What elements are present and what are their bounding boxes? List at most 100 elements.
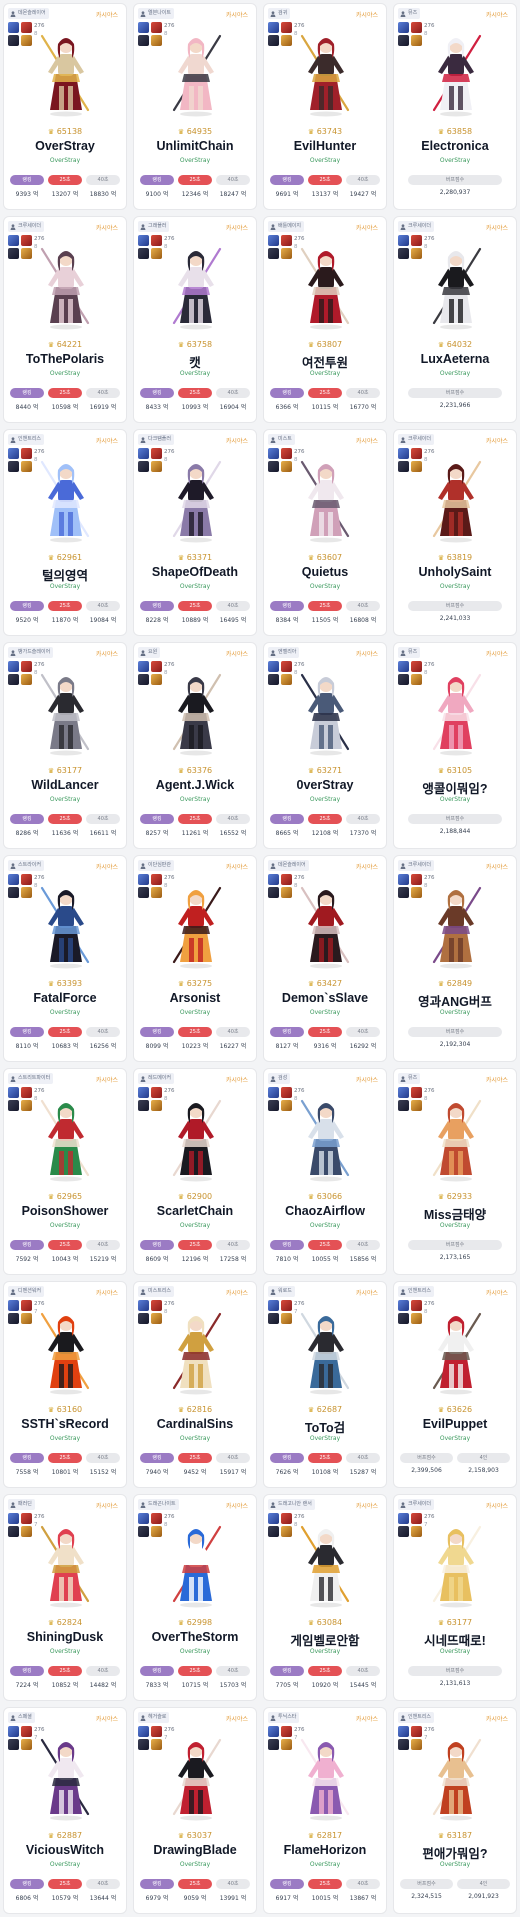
stat-tab[interactable]: 4인 — [457, 1453, 510, 1463]
stat-tab[interactable]: 25초 — [48, 1879, 82, 1889]
stat-tab[interactable]: 40초 — [216, 1666, 250, 1676]
character-name[interactable]: DrawingBlade — [134, 1843, 256, 1857]
character-card[interactable]: 엔젤리아 카시야스 276 8 ♛ 63271 0verStray OverSt… — [263, 642, 387, 849]
stat-tab[interactable]: 랭킹 — [140, 1027, 174, 1037]
character-portrait[interactable] — [156, 26, 236, 118]
guild-name[interactable]: OverStray — [264, 796, 386, 803]
stat-tab[interactable]: 4인 — [457, 1879, 510, 1889]
character-card[interactable]: 미스트리스 카시야스 276 8 ♛ 62816 CardinalSins Ov… — [133, 1281, 257, 1488]
stat-tab[interactable]: 25초 — [178, 1027, 212, 1037]
stat-tab[interactable]: 25초 — [48, 814, 82, 824]
guild-name[interactable]: OverStray — [264, 1009, 386, 1016]
stat-tab[interactable]: 랭킹 — [270, 601, 304, 611]
character-card[interactable]: 스트라이커 카시야스 276 8 ♛ 63393 FatalForce Over… — [3, 855, 127, 1062]
stat-tab[interactable]: 40초 — [346, 388, 380, 398]
character-card[interactable]: 엘븐나이트 카시야스 276 8 ♛ 64935 UnlimitChain Ov… — [133, 3, 257, 210]
guild-name[interactable]: OverStray — [4, 1435, 126, 1442]
character-card[interactable]: 패러딘 카시야스 276 7 ♛ 62824 ShiningDusk OverS… — [3, 1494, 127, 1701]
character-name[interactable]: FlameHorizon — [264, 1843, 386, 1857]
stat-tab[interactable]: 40초 — [346, 1666, 380, 1676]
character-name[interactable]: ScarletChain — [134, 1204, 256, 1218]
stat-tab[interactable]: 랭킹 — [10, 601, 44, 611]
character-portrait[interactable] — [286, 239, 366, 331]
guild-name[interactable]: OverStray — [394, 1861, 516, 1868]
character-portrait[interactable] — [26, 239, 106, 331]
stat-tab[interactable]: 버프점수 — [400, 1879, 453, 1889]
character-portrait[interactable] — [416, 452, 496, 544]
stat-tab[interactable]: 40초 — [86, 1879, 120, 1889]
character-portrait[interactable] — [286, 452, 366, 544]
stat-tab[interactable]: 랭킹 — [10, 1666, 44, 1676]
character-name[interactable]: Agent.J.Wick — [134, 778, 256, 792]
guild-name[interactable]: OverStray — [134, 1861, 256, 1868]
stat-tab[interactable]: 랭킹 — [140, 175, 174, 185]
character-portrait[interactable] — [286, 665, 366, 757]
stat-tab[interactable]: 40초 — [216, 1879, 250, 1889]
stat-tab[interactable]: 25초 — [308, 1666, 342, 1676]
character-portrait[interactable] — [156, 878, 236, 970]
guild-name[interactable]: OverStray — [394, 157, 516, 164]
character-portrait[interactable] — [26, 26, 106, 118]
character-name[interactable]: UnholySaint — [394, 565, 516, 579]
stat-tab[interactable]: 25초 — [48, 175, 82, 185]
stat-tab[interactable]: 40초 — [346, 175, 380, 185]
guild-name[interactable]: OverStray — [394, 1435, 516, 1442]
character-name[interactable]: Arsonist — [134, 991, 256, 1005]
character-card[interactable]: 투닉스타 카시야스 276 7 ♛ 62817 FlameHorizon Ove… — [263, 1707, 387, 1914]
character-name[interactable]: OverStray — [4, 139, 126, 153]
stat-tab[interactable]: 랭킹 — [270, 1879, 304, 1889]
guild-name[interactable]: OverStray — [134, 796, 256, 803]
stat-tab[interactable]: 40초 — [86, 1240, 120, 1250]
stat-tab[interactable]: 40초 — [86, 601, 120, 611]
character-card[interactable]: 뮤즈 카시야스 276 8 ♛ 63105 앵콜이뭐임? OverStray 버… — [393, 642, 517, 849]
guild-name[interactable]: OverStray — [4, 796, 126, 803]
stat-tab[interactable]: 40초 — [86, 388, 120, 398]
stat-tab[interactable]: 25초 — [178, 1240, 212, 1250]
stat-tab[interactable]: 랭킹 — [10, 388, 44, 398]
character-card[interactable]: 드래고니안 랜서 카시야스 276 8 ♛ 63084 게임벨로안함 OverS… — [263, 1494, 387, 1701]
character-card[interactable]: 인챈트리스 카시야스 276 7 ♛ 63187 편애가뭐임? OverStra… — [393, 1707, 517, 1914]
stat-tab[interactable]: 버프점수 — [408, 1666, 502, 1676]
character-portrait[interactable] — [416, 26, 496, 118]
character-card[interactable]: 크루세이더 카시야스 276 8 ♛ 64221 ToThePolaris Ov… — [3, 216, 127, 423]
character-card[interactable]: 레드메이커 카시야스 276 8 ♛ 62900 ScarletChain Ov… — [133, 1068, 257, 1275]
stat-tab[interactable]: 40초 — [216, 175, 250, 185]
character-name[interactable]: 털의영역 — [4, 565, 126, 584]
character-portrait[interactable] — [156, 1730, 236, 1822]
guild-name[interactable]: OverStray — [134, 1648, 256, 1655]
character-name[interactable]: CardinalSins — [134, 1417, 256, 1431]
stat-tab[interactable]: 40초 — [86, 814, 120, 824]
stat-tab[interactable]: 랭킹 — [270, 388, 304, 398]
character-portrait[interactable] — [286, 1517, 366, 1609]
character-portrait[interactable] — [416, 239, 496, 331]
character-portrait[interactable] — [286, 26, 366, 118]
guild-name[interactable]: OverStray — [4, 1648, 126, 1655]
stat-tab[interactable]: 랭킹 — [10, 1027, 44, 1037]
character-portrait[interactable] — [416, 878, 496, 970]
character-portrait[interactable] — [286, 1091, 366, 1183]
guild-name[interactable]: OverStray — [4, 1009, 126, 1016]
guild-name[interactable]: OverStray — [264, 1222, 386, 1229]
character-card[interactable]: 데몬슬레이어 카시야스 276 8 ♛ 65138 OverStray Over… — [3, 3, 127, 210]
character-name[interactable]: WildLancer — [4, 778, 126, 792]
stat-tab[interactable]: 버프점수 — [408, 1240, 502, 1250]
character-card[interactable]: 뱅가드슬레이어 카시야스 276 8 ♛ 63177 WildLancer Ov… — [3, 642, 127, 849]
character-card[interactable]: 크루세이더 카시야스 276 7 ♛ 63177 시네뜨때로! OverStra… — [393, 1494, 517, 1701]
character-card[interactable]: 크루세이더 카시야스 276 8 ♛ 62849 영과ANG버프 OverStr… — [393, 855, 517, 1062]
guild-name[interactable]: OverStray — [134, 1222, 256, 1229]
character-portrait[interactable] — [156, 665, 236, 757]
stat-tab[interactable]: 랭킹 — [10, 1240, 44, 1250]
character-name[interactable]: Quietus — [264, 565, 386, 579]
stat-tab[interactable]: 40초 — [216, 1453, 250, 1463]
character-portrait[interactable] — [416, 1730, 496, 1822]
guild-name[interactable]: OverStray — [394, 370, 516, 377]
character-portrait[interactable] — [286, 1304, 366, 1396]
stat-tab[interactable]: 25초 — [48, 1027, 82, 1037]
stat-tab[interactable]: 랭킹 — [140, 814, 174, 824]
character-name[interactable]: FatalForce — [4, 991, 126, 1005]
character-card[interactable]: 인챈트리스 카시야스 276 8 ♛ 62961 털의영역 OverStray … — [3, 429, 127, 636]
stat-tab[interactable]: 버프점수 — [408, 388, 502, 398]
stat-tab[interactable]: 40초 — [346, 601, 380, 611]
stat-tab[interactable]: 버프점수 — [408, 1027, 502, 1037]
stat-tab[interactable]: 25초 — [48, 601, 82, 611]
